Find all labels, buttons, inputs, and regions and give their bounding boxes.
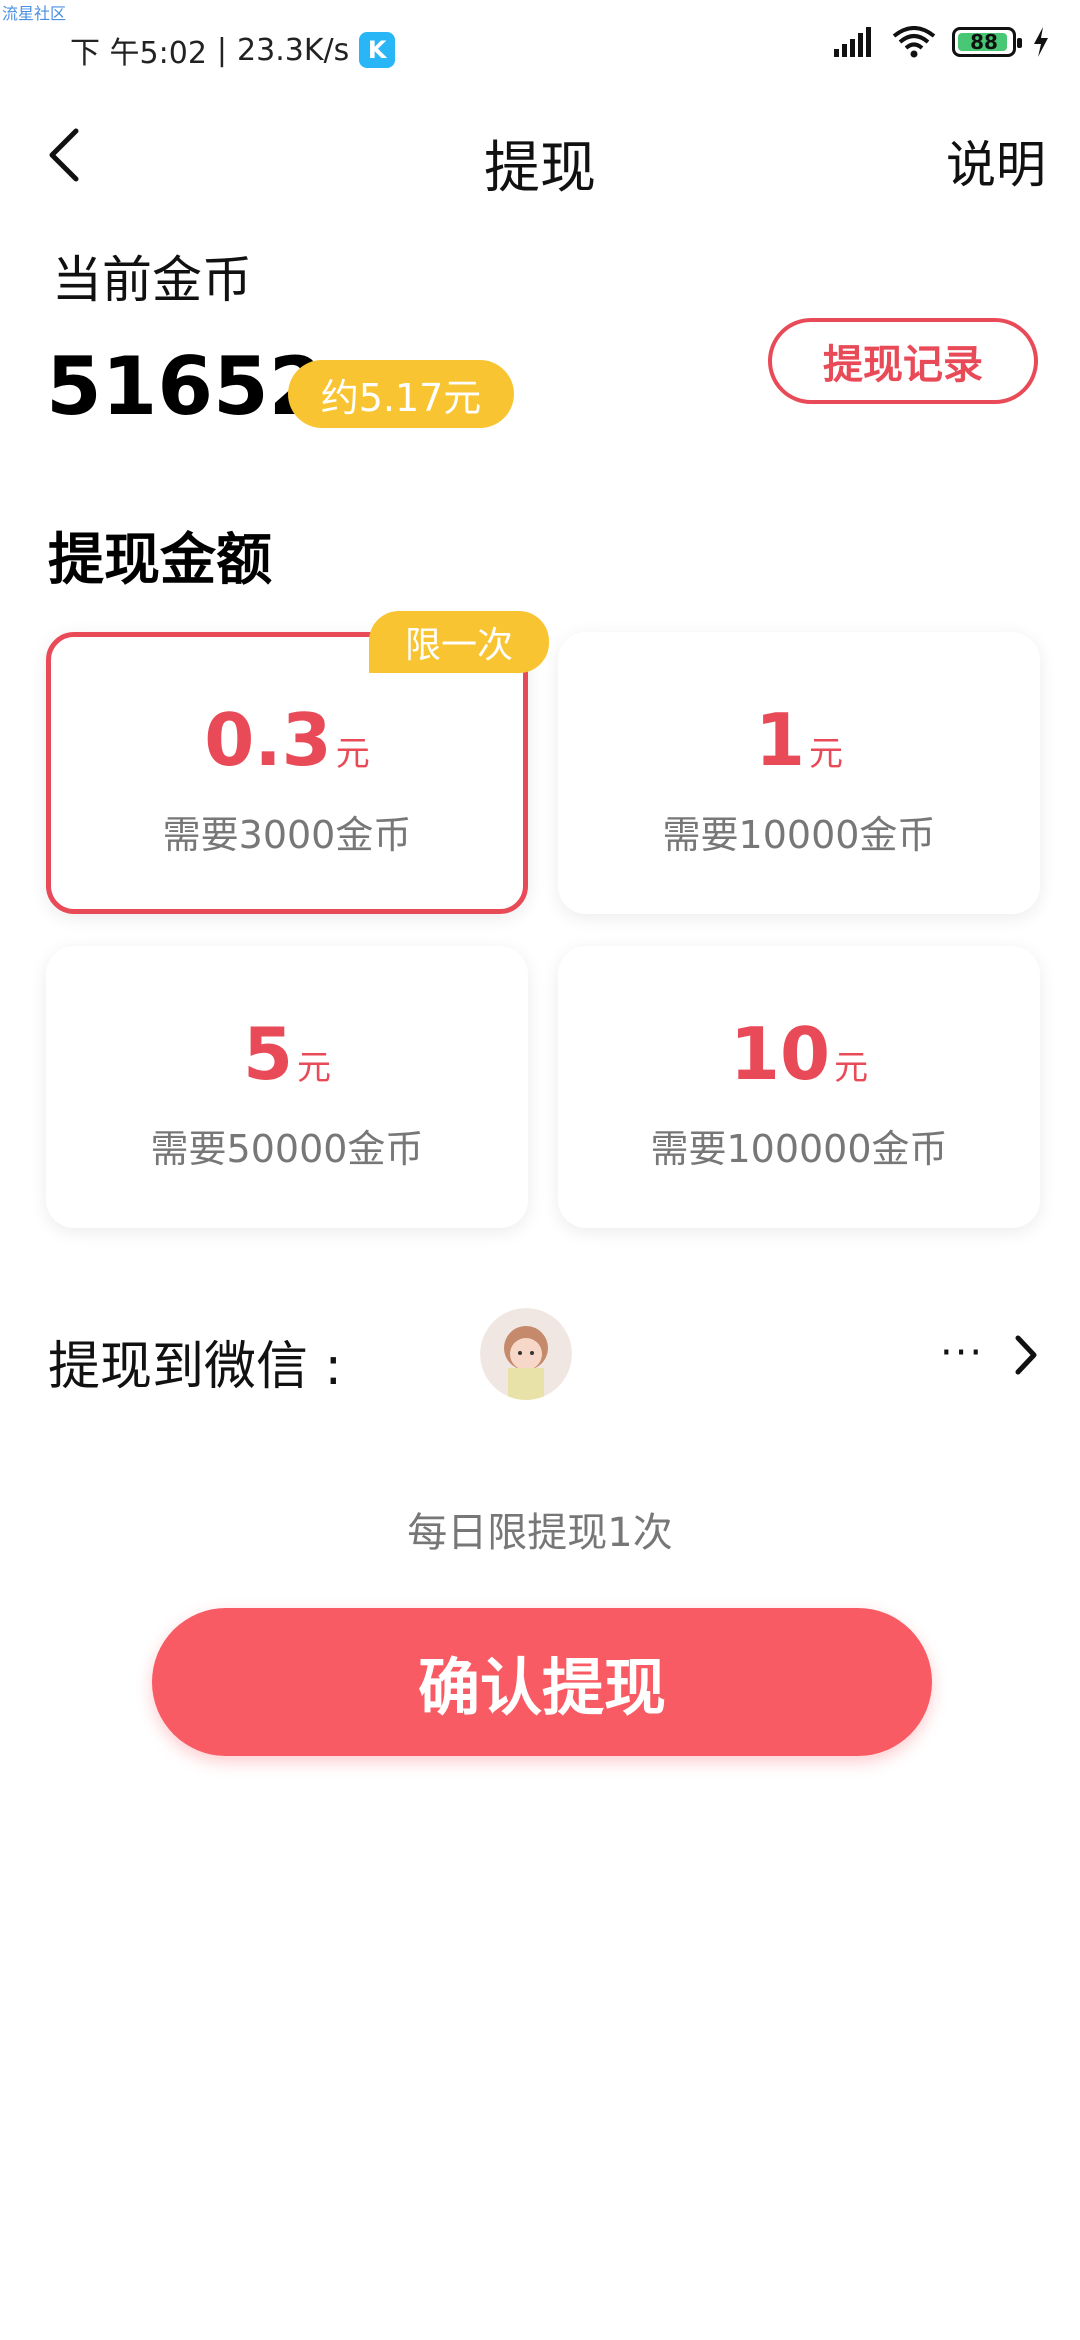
option-amount-unit: 元 <box>297 1047 332 1088</box>
section-title: 提现金额 <box>48 528 272 593</box>
option-amount-value: 1 <box>754 697 806 782</box>
option-amount-value: 10 <box>729 1011 831 1096</box>
option-cost: 需要100000金币 <box>650 1126 948 1171</box>
avatar <box>480 1308 572 1400</box>
chevron-right-icon <box>1015 1335 1037 1375</box>
option-cost: 需要50000金币 <box>150 1126 424 1171</box>
signal-icon <box>834 27 871 57</box>
battery-icon: 88 <box>952 27 1022 57</box>
status-separator: | <box>216 32 228 68</box>
confirm-withdraw-button[interactable]: 确认提现 <box>152 1608 932 1756</box>
limit-once-tag: 限一次 <box>369 611 549 673</box>
header: 提现 说明 <box>0 95 1080 215</box>
option-amount-value: 0.3 <box>204 697 332 782</box>
page-title: 提现 <box>484 136 596 201</box>
balance-label: 当前金币 <box>52 251 252 309</box>
help-link[interactable]: 说明 <box>946 125 1046 197</box>
option-amount: 0.3 元 <box>204 698 370 782</box>
amount-option-card[interactable]: 10 元 需要100000金币 <box>558 946 1040 1228</box>
option-amount-unit: 元 <box>834 1047 869 1088</box>
status-speed: 23.3K/s <box>237 32 350 68</box>
withdraw-to-label: 提现到微信 : <box>48 1337 343 1397</box>
option-amount-unit: 元 <box>335 733 370 774</box>
option-amount-unit: 元 <box>809 733 844 774</box>
status-time: 下 午5:02 <box>70 36 207 71</box>
status-bar: 下 午5:02 | 23.3K/s K 88 <box>0 0 1080 100</box>
charging-icon <box>1034 27 1048 57</box>
app-badge-icon: K <box>359 32 396 68</box>
amount-option-card[interactable]: 1 元 需要10000金币 <box>558 632 1040 914</box>
option-amount-value: 5 <box>242 1011 294 1096</box>
option-amount: 5 元 <box>243 1012 331 1096</box>
option-amount: 10 元 <box>730 1012 868 1096</box>
status-right: 88 <box>834 26 1050 58</box>
battery-level: 88 <box>970 30 998 54</box>
balance-value: 51652 <box>46 340 325 433</box>
daily-limit-note: 每日限提现1次 <box>407 1510 673 1556</box>
amount-option-card[interactable]: 限一次 0.3 元 需要3000金币 <box>46 611 549 914</box>
wifi-icon <box>892 26 936 58</box>
amount-option-card[interactable]: 5 元 需要50000金币 <box>46 946 528 1228</box>
option-amount: 1 元 <box>755 698 843 782</box>
withdraw-to-wechat-row[interactable]: 提现到微信 : ··· <box>0 1300 1080 1410</box>
option-cost: 需要10000金币 <box>662 812 936 857</box>
option-cost: 需要3000金币 <box>162 812 412 857</box>
balance-approx-badge: 约5.17元 <box>288 360 514 428</box>
status-left: 下 午5:02 | 23.3K/s K <box>70 28 396 72</box>
withdraw-history-button[interactable]: 提现记录 <box>768 318 1038 404</box>
more-icon: ··· <box>940 1330 985 1376</box>
